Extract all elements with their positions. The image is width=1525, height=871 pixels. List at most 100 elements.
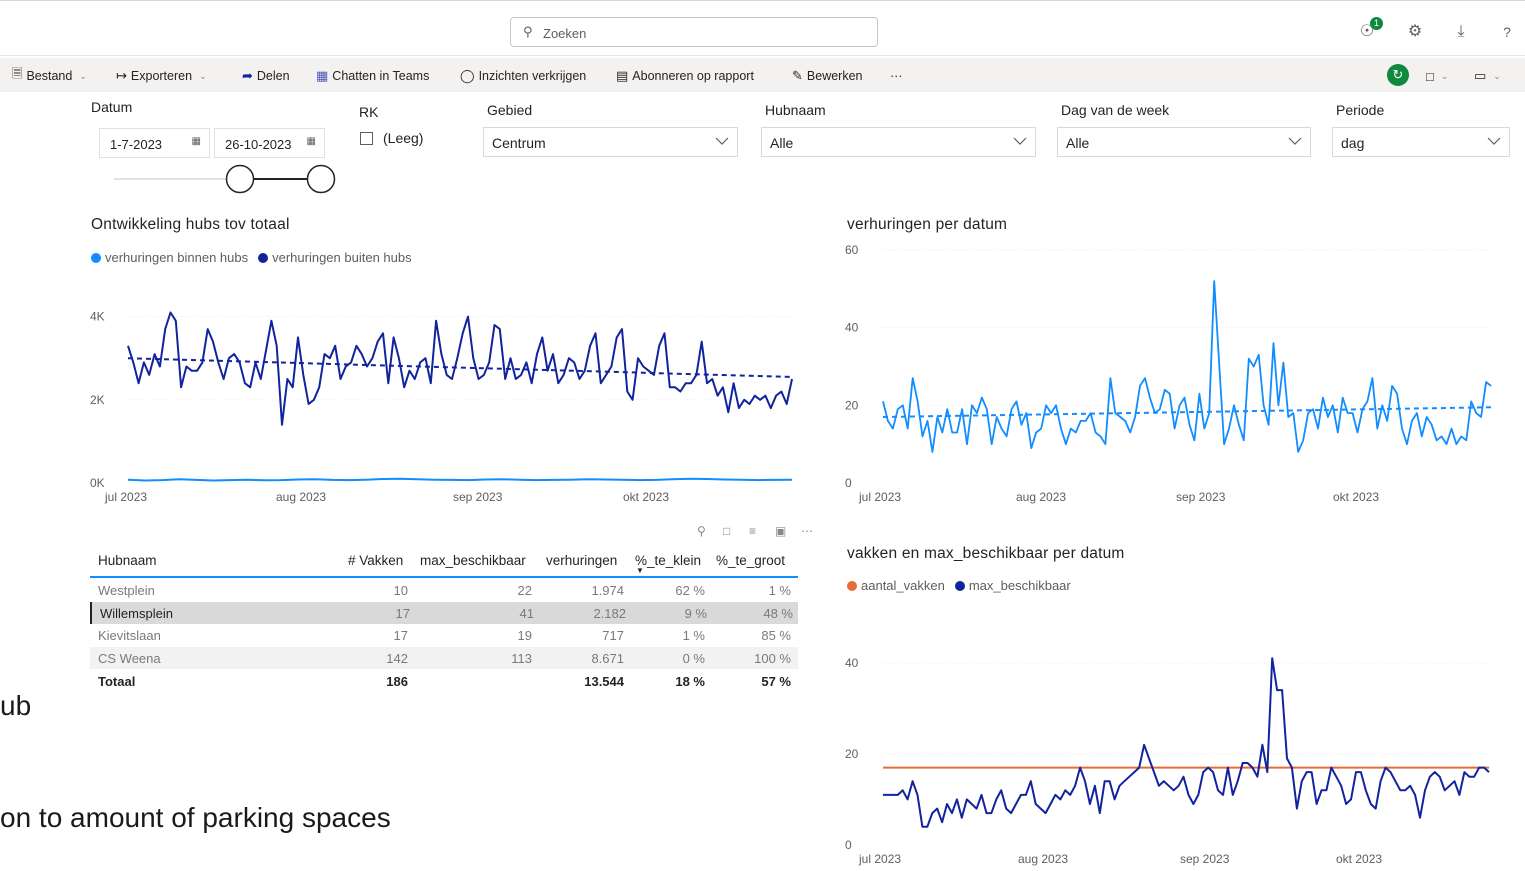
download-icon[interactable]: ⤓	[1450, 21, 1472, 43]
table-cell: 9 %	[684, 605, 707, 621]
bewerken-button[interactable]: ✎ Bewerken	[792, 67, 863, 85]
bookmark-menu[interactable]: □ ⌄	[1426, 67, 1448, 85]
top-bar: ⚲ ☉ 1 ⚙ ⤓ ?	[0, 0, 1525, 56]
header-max-beschikbaar[interactable]: max_beschikbaar	[420, 553, 526, 568]
periode-dropdown[interactable]: dag	[1332, 127, 1510, 157]
x-tick-label: aug 2023	[276, 490, 326, 504]
bookmark-icon: □	[1426, 68, 1434, 84]
header-te-groot[interactable]: %_te_groot	[716, 553, 785, 568]
y-tick-label: 2K	[90, 393, 105, 407]
chart1-svg: 0K 2K 4K jul 2023 aug 2023 sep 2023 okt 2023	[90, 310, 793, 504]
bestand-label: Bestand	[26, 69, 73, 83]
rk-label: RK	[359, 104, 379, 120]
delen-button[interactable]: ➦ Delen	[242, 67, 290, 85]
abonneren-button[interactable]: ▤ Abonneren op rapport	[616, 67, 754, 85]
legend-dot-buiten	[258, 252, 269, 263]
datum-label: Datum	[91, 99, 133, 115]
command-bar	[0, 58, 1525, 92]
table-cell: CS Weena	[98, 650, 161, 666]
background-text-2: on to amount of parking spaces	[0, 802, 391, 833]
chart2-title: verhuringen per datum	[847, 216, 1008, 233]
y-tick-label: 20	[845, 747, 859, 761]
periode-label: Periode	[1336, 102, 1385, 118]
total-label: Totaal	[98, 674, 136, 689]
subscribe-icon: ▤	[616, 68, 629, 83]
x-tick-label: sep 2023	[1180, 852, 1230, 866]
chatten-button[interactable]: ▦ Chatten in Teams	[316, 67, 429, 85]
table-cell: Kievitslaan	[98, 628, 161, 643]
exporteren-label: Exporteren	[130, 69, 193, 83]
exporteren-menu[interactable]: ↦ Exporteren ⌄	[116, 67, 207, 85]
hubnaam-dropdown[interactable]: Alle	[761, 127, 1036, 157]
x-tick-label: sep 2023	[1176, 490, 1226, 504]
gebied-label: Gebied	[487, 102, 533, 118]
chatten-label: Chatten in Teams	[332, 69, 430, 83]
lightbulb-icon: ◯	[460, 68, 475, 83]
chart1-title: Ontwikkeling hubs tov totaal	[91, 216, 290, 233]
total-te-klein: 18 %	[675, 674, 705, 689]
legend-label-buiten: verhuringen buiten hubs	[272, 250, 412, 265]
slider-end-handle[interactable]	[306, 164, 336, 194]
pin-icon[interactable]: ⚲	[697, 524, 706, 538]
y-tick-label: 0	[845, 476, 852, 490]
hubnaam-value: Alle	[770, 135, 794, 151]
table-cell: 85 %	[761, 628, 791, 643]
table-cell: 10	[393, 583, 408, 598]
search-box[interactable]: ⚲	[510, 17, 878, 47]
legend-dot-binnen	[91, 252, 101, 263]
calendar-icon[interactable]: ▦	[307, 136, 316, 147]
table-cell: 17	[395, 605, 410, 621]
chevron-down-icon	[1013, 137, 1027, 145]
calendar-icon[interactable]: ▦	[192, 136, 201, 147]
delen-label: Delen	[256, 69, 290, 83]
x-tick-label: okt 2023	[1333, 490, 1379, 504]
rk-checkbox[interactable]	[360, 132, 373, 145]
refresh-icon[interactable]: ↻	[1387, 64, 1409, 86]
copy-icon[interactable]: □	[723, 524, 730, 538]
header-verhuringen[interactable]: verhuringen	[546, 553, 617, 568]
y-tick-label: 40	[845, 321, 859, 335]
date-range-slider[interactable]	[110, 162, 340, 196]
chevron-down-icon	[715, 137, 729, 145]
gebied-dropdown[interactable]: Centrum	[483, 127, 738, 157]
legend-dot-vakken	[847, 580, 857, 591]
filter-icon[interactable]: ≡	[749, 524, 756, 538]
header-vakken[interactable]: # Vakken	[348, 553, 403, 568]
x-tick-label: aug 2023	[1016, 490, 1066, 504]
trend-line	[127, 357, 793, 378]
legend-label-vakken: aantal_vakken	[861, 578, 945, 593]
header-te-klein[interactable]: %_te_klein	[635, 553, 701, 568]
end-date-value: 26-10-2023	[225, 137, 292, 152]
chevron-down-icon	[1288, 137, 1302, 145]
table-row[interactable]: Kievitslaan 17 19 717 1 % 85 %	[90, 624, 798, 646]
table-row[interactable]: Westplein 10 22 1.974 62 % 1 %	[90, 579, 798, 601]
inzichten-button[interactable]: ◯ Inzichten verkrijgen	[460, 67, 586, 85]
dag-dropdown[interactable]: Alle	[1057, 127, 1311, 157]
end-date-field[interactable]: 26-10-2023 ▦	[214, 128, 325, 158]
table-cell: 48 %	[763, 605, 793, 621]
x-tick-label: jul 2023	[858, 490, 901, 504]
periode-value: dag	[1341, 135, 1365, 151]
gear-icon[interactable]: ⚙	[1404, 21, 1426, 43]
slider-start-handle[interactable]	[225, 164, 255, 194]
y-tick-label: 4K	[90, 310, 105, 324]
more-icon[interactable]: ⋯	[801, 524, 813, 538]
help-icon[interactable]: ?	[1496, 21, 1518, 43]
table-cell: 113	[511, 650, 532, 666]
more-options-button[interactable]: ···	[890, 67, 903, 85]
start-date-value: 1-7-2023	[110, 137, 163, 152]
table-row[interactable]: CS Weena 142 113 8.671 0 % 100 %	[90, 646, 798, 669]
view-menu[interactable]: ▭ ⌄	[1474, 67, 1501, 85]
share-icon: ➦	[242, 68, 253, 83]
export-icon: ↦	[116, 68, 127, 83]
pencil-icon: ✎	[792, 68, 803, 83]
start-date-field[interactable]: 1-7-2023 ▦	[99, 128, 210, 158]
focus-mode-icon[interactable]: ▣	[775, 524, 786, 538]
table-cell: 8.671	[591, 650, 624, 666]
gebied-value: Centrum	[492, 135, 546, 151]
search-input[interactable]	[543, 23, 863, 43]
chevron-down-icon	[1487, 137, 1501, 145]
table-row[interactable]: Willemsplein 17 41 2.182 9 % 48 %	[90, 601, 798, 624]
header-hubnaam[interactable]: Hubnaam	[98, 553, 157, 568]
bestand-menu[interactable]: 🗏 Bestand ⌄	[12, 66, 87, 85]
